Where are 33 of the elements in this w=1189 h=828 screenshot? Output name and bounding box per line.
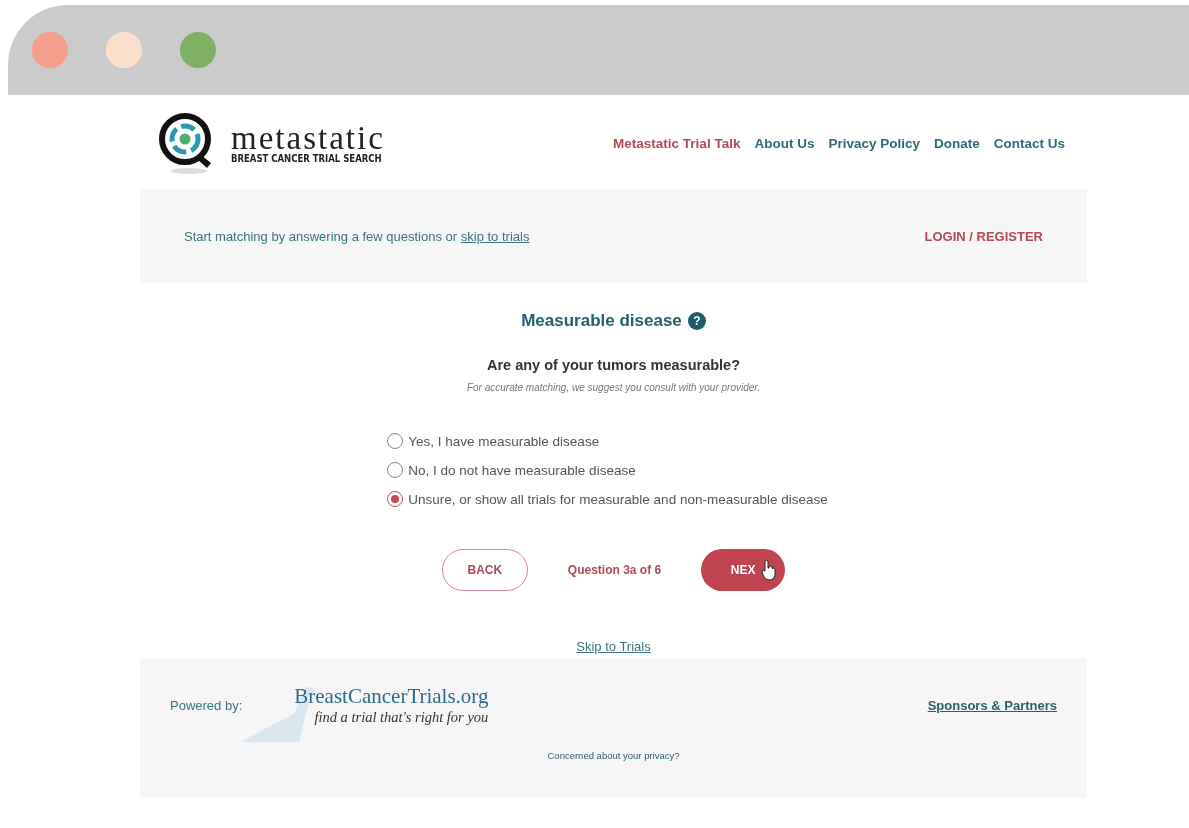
window-control-dot[interactable]: [32, 32, 68, 68]
option-label[interactable]: Yes, I have measurable disease: [408, 433, 600, 449]
option-label[interactable]: Unsure, or show all trials for measurable and non-measurable disease: [408, 491, 828, 507]
nav-link[interactable]: Privacy Policy: [828, 135, 920, 151]
privacy-note: Concerned about your privacy?: [546, 750, 681, 761]
nav-link[interactable]: Donate: [933, 135, 980, 151]
next-button[interactable]: NEX: [701, 549, 786, 591]
skip-link[interactable]: skip to trials: [460, 228, 530, 244]
option-label[interactable]: No, I do not have measurable disease: [408, 462, 636, 478]
back-button[interactable]: BACK: [441, 549, 528, 591]
logo-title: metastatic: [231, 122, 386, 153]
progress-text: Question 3a of 6: [567, 563, 662, 577]
window-control-dot[interactable]: [180, 32, 216, 68]
question-hint: For accurate matching, we suggest you consult with your provider.: [466, 382, 761, 393]
nav-link[interactable]: About Us: [754, 135, 815, 151]
logo-subtitle: BREAST CANCER TRIAL SEARCH: [231, 152, 382, 164]
sponsors-link[interactable]: Sponsors & Partners: [927, 697, 1057, 713]
partner-name[interactable]: BreastCancerTrials.org: [294, 684, 489, 709]
window-control-dot[interactable]: [106, 32, 142, 68]
question-topic: Measurable disease: [521, 311, 682, 331]
radio-button[interactable]: [387, 491, 404, 507]
help-button[interactable]: ?: [687, 312, 706, 330]
nav-link[interactable]: Metastatic Trial Talk: [613, 135, 741, 151]
question-prompt: Are any of your tumors measurable?: [487, 357, 740, 373]
powered-by-label: Powered by:: [170, 697, 243, 713]
hand-cursor-icon: [761, 559, 778, 581]
partner-tagline: find a trial that's right for you: [314, 709, 489, 726]
banner-text: Start matching by answering a few questions or skip to trials: [184, 228, 530, 244]
radio-button[interactable]: [387, 433, 404, 449]
nav-link[interactable]: Contact Us: [993, 135, 1065, 151]
skip-to-trials-link[interactable]: Skip to Trials: [576, 639, 651, 654]
login-link[interactable]: LOGIN / REGISTER: [924, 228, 1043, 244]
radio-button[interactable]: [387, 462, 404, 478]
